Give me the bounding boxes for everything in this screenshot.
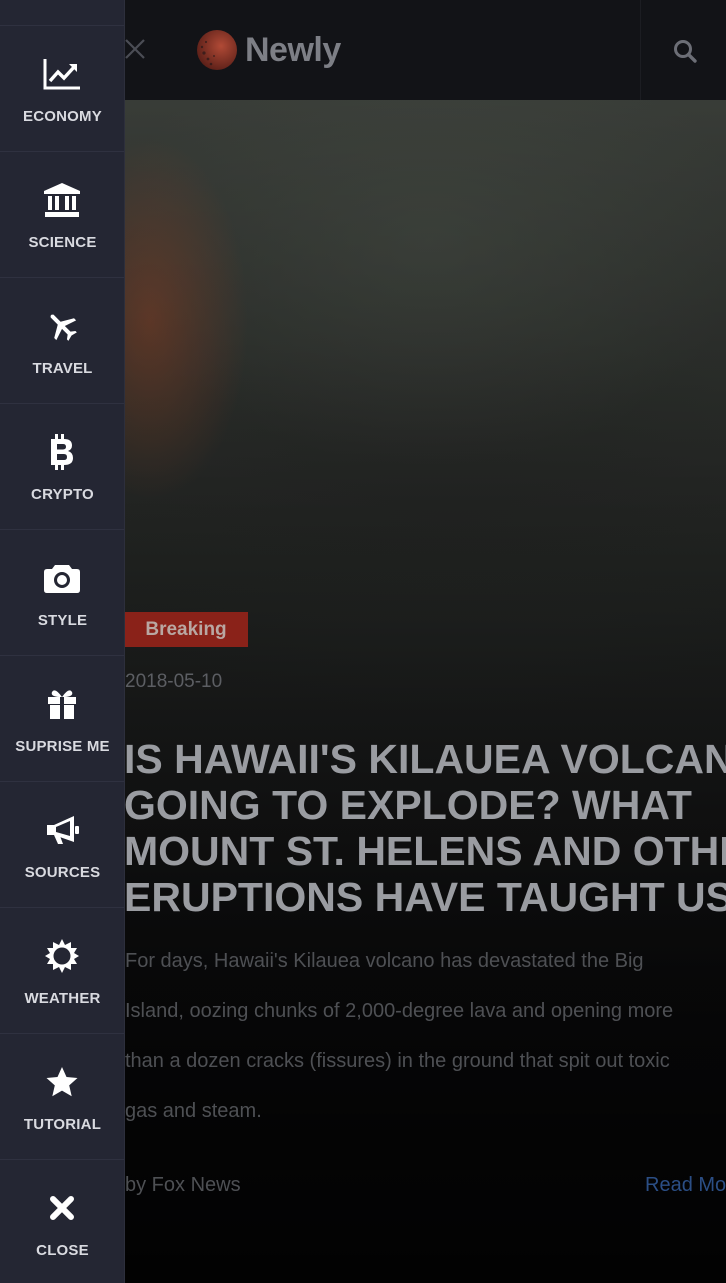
sidebar-item-tutorial[interactable]: TUTORIAL: [0, 1034, 124, 1160]
sidebar-item-label: TUTORIAL: [23, 1116, 102, 1133]
article-title[interactable]: IS HAWAII'S KILAUEA VOLCANO GOING TO EXP…: [124, 736, 726, 920]
sidebar-item-suprise-me[interactable]: SUPRISE ME: [0, 656, 124, 782]
camera-icon: [42, 558, 82, 598]
title-line: GOING TO EXPLODE? WHAT: [124, 782, 692, 828]
plane-icon: [42, 306, 82, 346]
category-sidebar: ECONOMY SCIENCE TRAVEL CRYPTO STYLE SUPR…: [0, 0, 125, 1283]
search-icon[interactable]: [672, 38, 698, 64]
sidebar-item-label: CRYPTO: [31, 486, 94, 503]
sidebar-item-science[interactable]: SCIENCE: [0, 152, 124, 278]
app-screen: Breaking 2018-05-10 IS HAWAII'S KILAUEA …: [0, 0, 726, 1283]
logo-icon: [197, 30, 237, 70]
sidebar-item-close[interactable]: CLOSE: [0, 1160, 124, 1283]
title-line: ERUPTIONS HAVE TAUGHT US: [124, 874, 726, 920]
sidebar-item-sources[interactable]: SOURCES: [0, 782, 124, 908]
sidebar-item-label: SCIENCE: [28, 234, 97, 251]
sidebar-item-label: SOURCES: [24, 864, 101, 881]
article-byline: by Fox News: [125, 1174, 241, 1196]
title-line: MOUNT ST. HELENS AND OTHER: [124, 828, 726, 874]
article-description: For days, Hawaii's Kilauea volcano has d…: [125, 936, 726, 1136]
read-more-link[interactable]: Read More: [645, 1174, 726, 1197]
sidebar-item-crypto[interactable]: CRYPTO: [0, 404, 124, 530]
bitcoin-icon: [42, 432, 82, 472]
sidebar-item-style[interactable]: STYLE: [0, 530, 124, 656]
sidebar-item-label: WEATHER: [24, 990, 101, 1007]
desc-line: For days, Hawaii's Kilauea volcano has d…: [125, 950, 644, 972]
sun-icon: [42, 936, 82, 976]
museum-icon: [42, 180, 82, 220]
close-menu-icon[interactable]: [122, 36, 148, 62]
sidebar-item-label: SUPRISE ME: [15, 738, 110, 755]
desc-line: gas and steam.: [125, 1100, 262, 1122]
sidebar-item-label: ECONOMY: [23, 108, 102, 125]
header-divider: [640, 0, 641, 100]
brand-name: Newly: [245, 31, 341, 69]
sidebar-top-spacer: [0, 0, 124, 26]
sidebar-item-label: CLOSE: [36, 1242, 89, 1259]
breaking-badge: Breaking: [124, 612, 248, 647]
desc-line: than a dozen cracks (fissures) in the gr…: [125, 1050, 670, 1072]
sidebar-item-label: TRAVEL: [32, 360, 93, 377]
sidebar-item-travel[interactable]: TRAVEL: [0, 278, 124, 404]
gift-icon: [42, 684, 82, 724]
title-line: IS HAWAII'S KILAUEA VOLCANO: [124, 736, 726, 782]
megaphone-icon: [42, 810, 82, 850]
chart-line-icon: [42, 54, 82, 94]
article-date: 2018-05-10: [125, 671, 223, 692]
desc-line: Island, oozing chunks of 2,000-degree la…: [125, 1000, 674, 1022]
sidebar-item-label: STYLE: [37, 612, 88, 629]
sidebar-item-weather[interactable]: WEATHER: [0, 908, 124, 1034]
sidebar-item-economy[interactable]: ECONOMY: [0, 26, 124, 152]
close-icon: [42, 1188, 82, 1228]
star-icon: [42, 1062, 82, 1102]
